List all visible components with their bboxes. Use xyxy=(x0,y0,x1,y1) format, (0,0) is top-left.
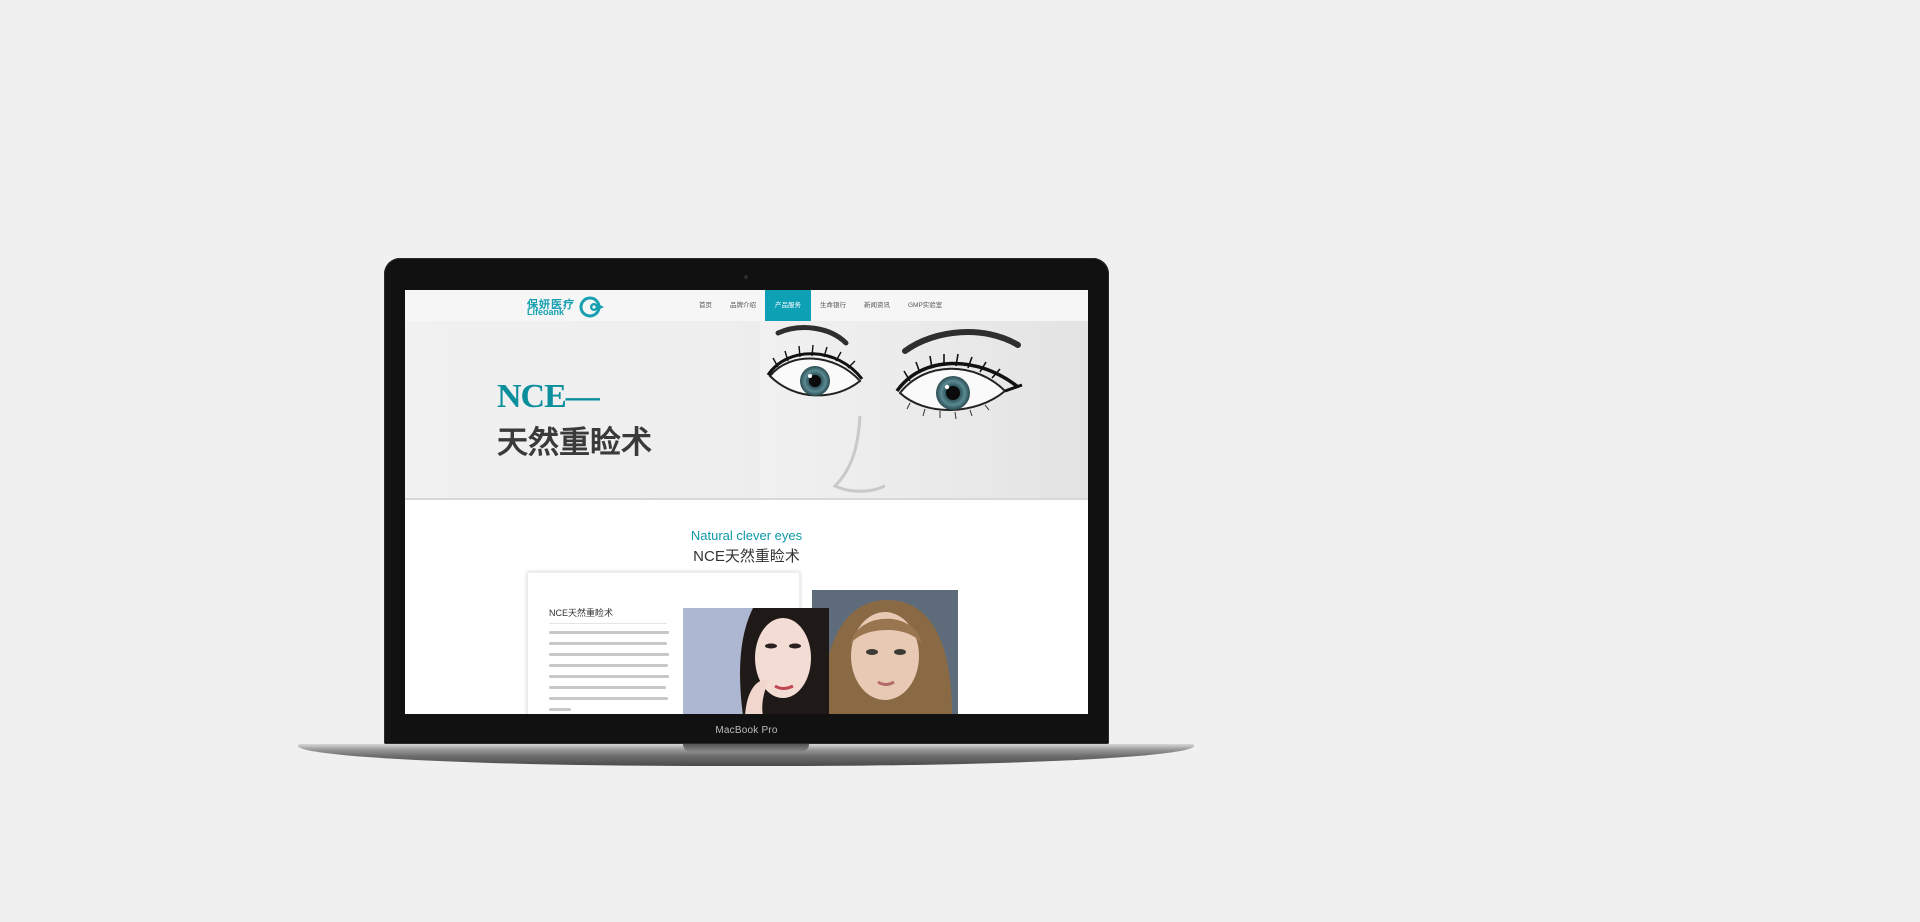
laptop-hinge-notch xyxy=(683,744,809,752)
eyes-illustration xyxy=(760,321,1088,498)
banner-title-line2: 天然重睑术 xyxy=(497,425,652,461)
banner-title-line1: NCE— xyxy=(497,378,600,415)
laptop-base xyxy=(298,744,1194,766)
nav-item-gmp-lab[interactable]: GMP实验室 xyxy=(899,290,951,321)
card-title: NCE天然重睑术 xyxy=(549,608,614,618)
model-photo-portrait xyxy=(683,608,829,714)
text-line xyxy=(549,664,668,667)
logo-english-text: Lifeoank xyxy=(527,307,565,317)
device-label: MacBook Pro xyxy=(715,725,778,736)
nav-item-lifebank[interactable]: 生命银行 xyxy=(811,290,855,321)
webcam xyxy=(744,275,748,279)
text-line xyxy=(549,697,668,700)
section-title-chinese: NCE天然重睑术 xyxy=(693,548,800,565)
logo-mark-icon xyxy=(579,296,604,318)
text-line xyxy=(549,642,667,645)
card-body-text xyxy=(549,631,669,714)
text-line xyxy=(549,675,669,678)
laptop-lid: 保妍医疗 Lifeoank 首页 品牌介绍 产品服务 生命银行 新闻资讯 GMP… xyxy=(384,258,1109,744)
nav-item-products[interactable]: 产品服务 xyxy=(765,290,811,321)
section-title-english: Natural clever eyes xyxy=(690,528,803,543)
model-photo-blonde xyxy=(812,590,958,714)
site-header: 保妍医疗 Lifeoank 首页 品牌介绍 产品服务 生命银行 新闻资讯 GMP… xyxy=(405,290,1088,322)
hero-banner: NCE— 天然重睑术 xyxy=(405,321,1088,500)
text-line xyxy=(549,653,669,656)
nav-item-news[interactable]: 新闻资讯 xyxy=(855,290,899,321)
card-divider xyxy=(549,623,667,624)
text-line xyxy=(549,708,571,711)
text-line xyxy=(549,686,666,689)
nav-item-brand[interactable]: 品牌介绍 xyxy=(721,290,765,321)
laptop-screen: 保妍医疗 Lifeoank 首页 品牌介绍 产品服务 生命银行 新闻资讯 GMP… xyxy=(405,290,1088,714)
main-nav: 首页 品牌介绍 产品服务 生命银行 新闻资讯 GMP实验室 xyxy=(690,290,951,321)
text-line xyxy=(549,631,669,634)
nav-item-home[interactable]: 首页 xyxy=(690,290,721,321)
